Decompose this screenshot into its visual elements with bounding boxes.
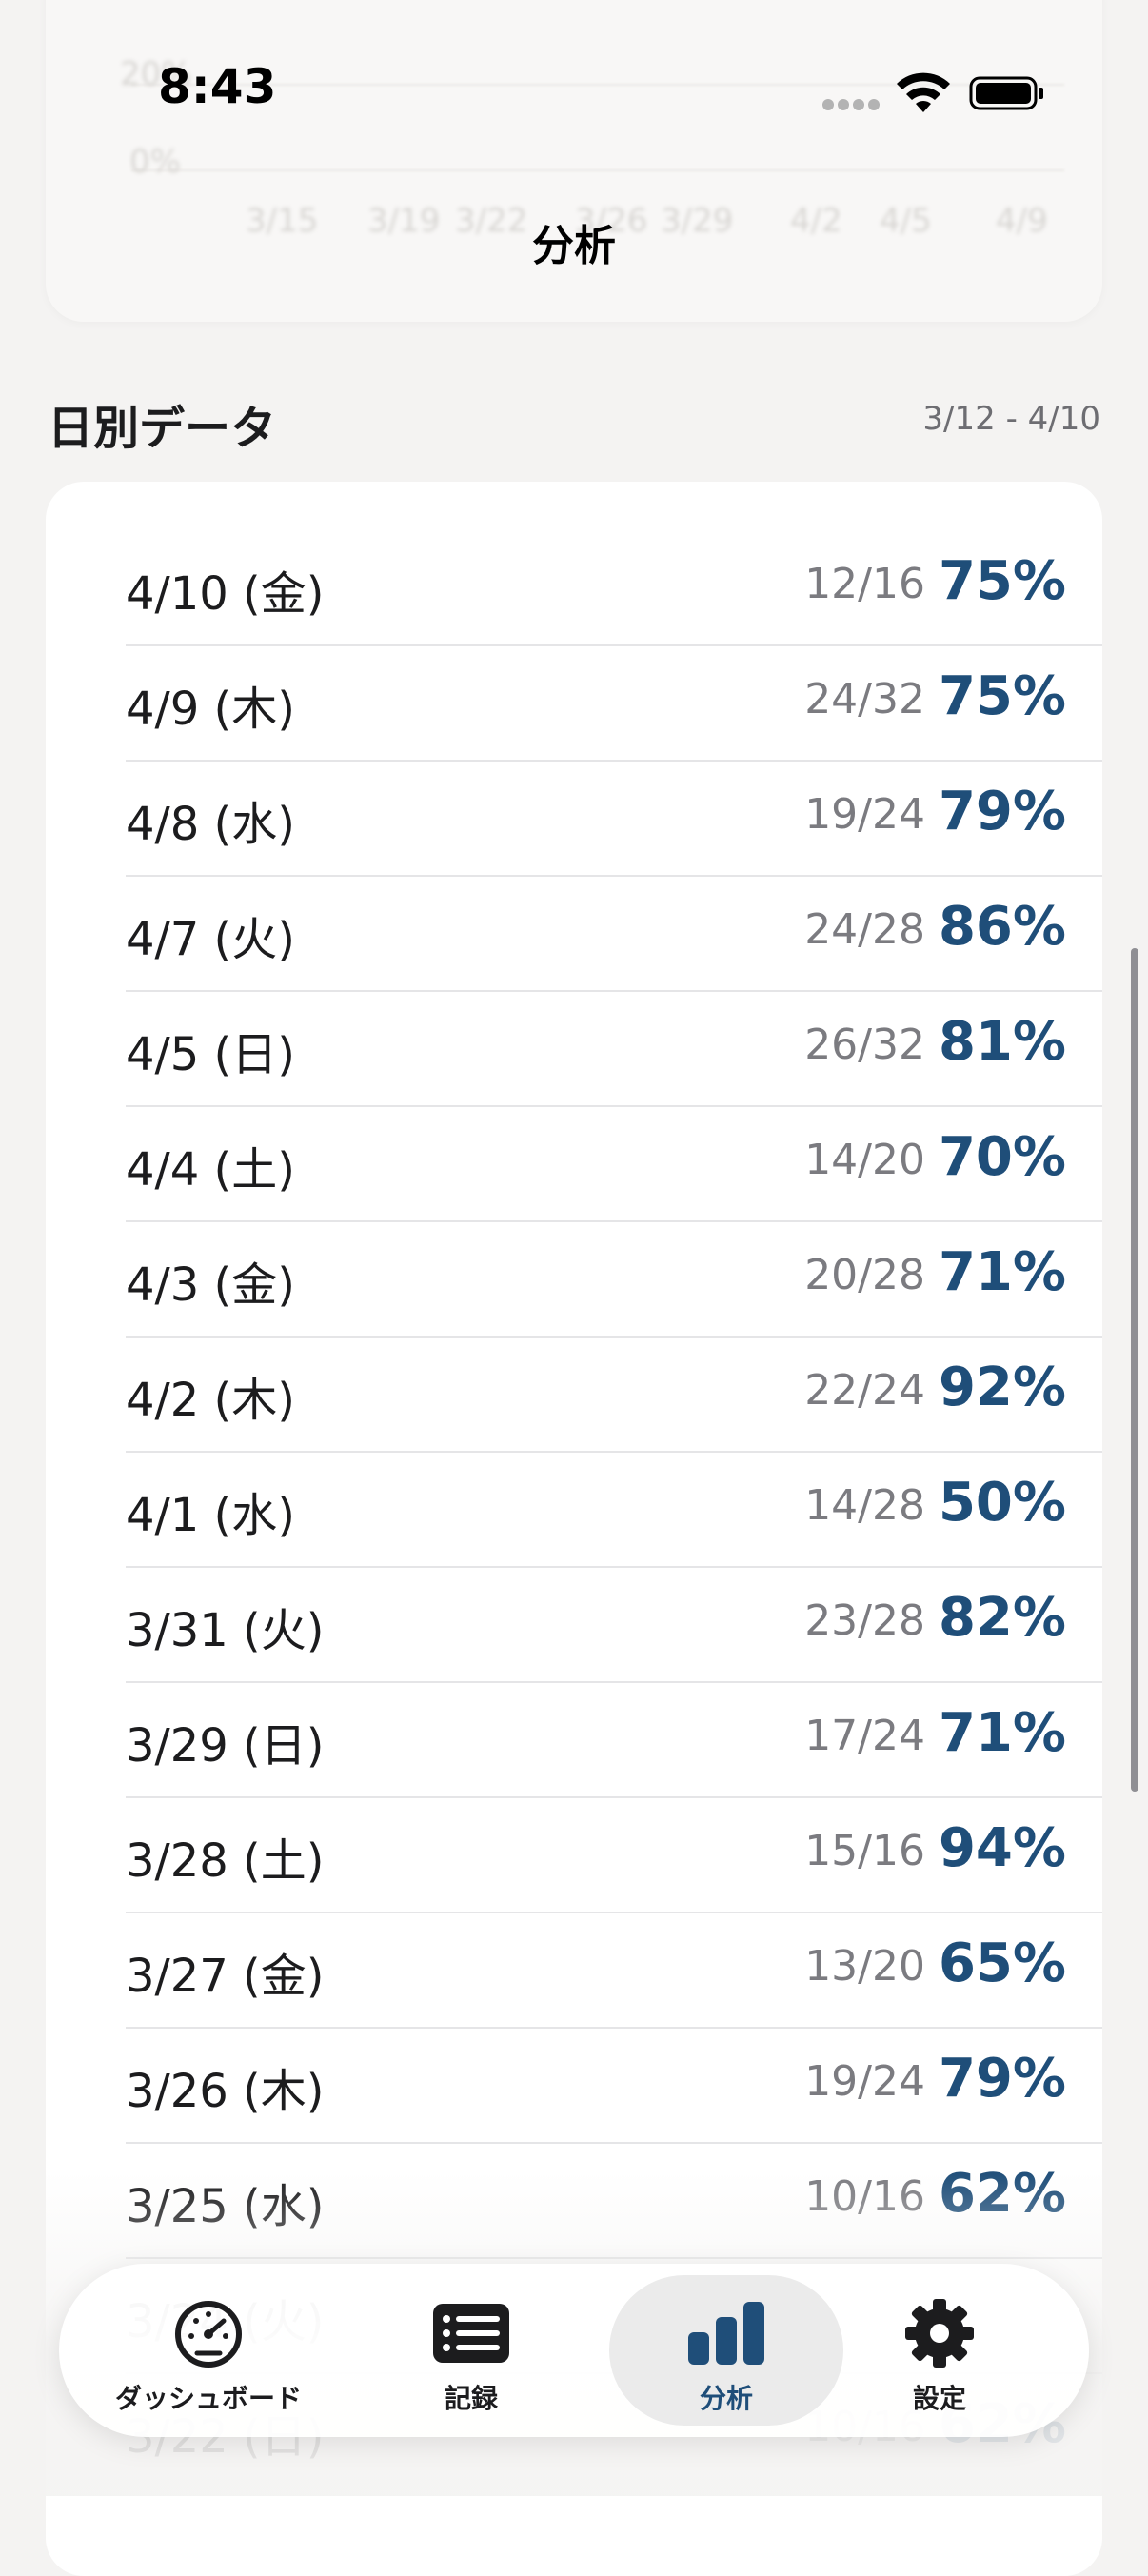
date-range: 3/12 - 4/10 <box>922 400 1100 438</box>
tab-records[interactable]: 記録 <box>354 2275 588 2426</box>
row-divider <box>126 875 1102 877</box>
list-item[interactable]: 3/26 (木) 19/24 79% <box>126 2027 1102 2142</box>
tab-label: 分析 <box>699 2383 753 2414</box>
row-percentage: 50% <box>938 1472 1066 1534</box>
row-percentage: 71% <box>938 1241 1066 1303</box>
row-date: 4/10 (金) <box>126 567 325 621</box>
section-title: 日別データ <box>48 402 277 455</box>
row-percentage: 71% <box>938 1702 1066 1764</box>
list-item[interactable]: 3/27 (金) 13/20 65% <box>126 1912 1102 2027</box>
cellular-signal-icon <box>822 99 880 112</box>
list-item[interactable]: 4/5 (日) 26/32 81% <box>126 990 1102 1105</box>
row-count: 15/16 <box>804 1827 925 1875</box>
tab-settings[interactable]: 設定 <box>822 2275 1057 2426</box>
row-count: 24/32 <box>804 675 925 723</box>
status-bar: 8:43 <box>0 0 1148 143</box>
row-divider <box>126 990 1102 992</box>
row-date: 4/7 (火) <box>126 913 295 966</box>
row-count: 20/28 <box>804 1251 925 1299</box>
row-count: 24/28 <box>804 905 925 954</box>
row-date: 4/2 (木) <box>126 1374 295 1427</box>
tab-label: ダッシュボード <box>114 2383 302 2414</box>
row-percentage: 75% <box>938 665 1066 727</box>
wifi-icon <box>897 72 950 112</box>
row-divider <box>126 1912 1102 1913</box>
row-percentage: 79% <box>938 2048 1066 2110</box>
row-count: 19/24 <box>804 790 925 839</box>
row-date: 4/5 (日) <box>126 1028 295 1081</box>
speedometer-icon <box>175 2301 242 2368</box>
list-item[interactable]: 4/2 (木) 22/24 92% <box>126 1336 1102 1451</box>
list-item[interactable]: 4/7 (火) 24/28 86% <box>126 875 1102 990</box>
row-count: 19/24 <box>804 2057 925 2106</box>
row-divider <box>126 644 1102 646</box>
tab-bar: ダッシュボード 記録 分析 設定 <box>59 2264 1089 2437</box>
status-time: 8:43 <box>158 59 277 114</box>
row-date: 3/28 (土) <box>126 1834 325 1888</box>
row-percentage: 81% <box>938 1011 1066 1073</box>
row-divider <box>126 2142 1102 2144</box>
row-divider <box>126 2027 1102 2029</box>
list-item[interactable]: 4/10 (金) 12/16 75% <box>126 529 1102 644</box>
row-percentage: 70% <box>938 1126 1066 1188</box>
row-date: 4/9 (木) <box>126 683 295 736</box>
row-divider <box>126 1220 1102 1222</box>
row-percentage: 65% <box>938 1932 1066 1994</box>
row-divider <box>126 1681 1102 1683</box>
list-item[interactable]: 4/9 (木) 24/32 75% <box>126 644 1102 760</box>
list-item[interactable]: 4/8 (水) 19/24 79% <box>126 760 1102 875</box>
row-count: 17/24 <box>804 1712 925 1760</box>
row-percentage: 86% <box>938 896 1066 958</box>
row-percentage: 79% <box>938 781 1066 842</box>
row-divider <box>126 1105 1102 1107</box>
list-item[interactable]: 3/31 (火) 23/28 82% <box>126 1566 1102 1681</box>
row-count: 14/28 <box>804 1481 925 1530</box>
chart-gridline <box>131 169 1064 171</box>
row-divider <box>126 1796 1102 1798</box>
scrollbar[interactable] <box>1131 948 1138 1792</box>
tab-label: 記録 <box>444 2383 498 2414</box>
tab-dashboard[interactable]: ダッシュボード <box>91 2275 326 2426</box>
list-item[interactable]: 3/28 (土) 15/16 94% <box>126 1796 1102 1912</box>
row-date: 3/27 (金) <box>126 1950 325 2003</box>
chart-y-label: 0% <box>129 143 181 181</box>
bar-chart-icon <box>688 2302 764 2365</box>
list-item[interactable]: 4/4 (土) 14/20 70% <box>126 1105 1102 1220</box>
row-divider <box>126 1451 1102 1453</box>
row-count: 23/28 <box>804 1596 925 1645</box>
row-date: 4/4 (土) <box>126 1143 295 1197</box>
row-percentage: 82% <box>938 1587 1066 1649</box>
row-divider <box>126 1566 1102 1568</box>
row-count: 14/20 <box>804 1136 925 1184</box>
row-count: 13/20 <box>804 1942 925 1991</box>
row-percentage: 94% <box>938 1817 1066 1879</box>
row-date: 4/3 (金) <box>126 1258 295 1312</box>
row-divider <box>126 1336 1102 1338</box>
gear-icon <box>905 2299 974 2368</box>
battery-icon <box>969 76 1043 110</box>
row-date: 4/8 (水) <box>126 798 295 851</box>
row-percentage: 92% <box>938 1357 1066 1418</box>
list-item[interactable]: 3/29 (日) 17/24 71% <box>126 1681 1102 1796</box>
row-count: 22/24 <box>804 1366 925 1415</box>
row-divider <box>126 760 1102 762</box>
row-count: 26/32 <box>804 1020 925 1069</box>
tab-label: 設定 <box>912 2383 966 2414</box>
page-title: 分析 <box>532 222 616 270</box>
tab-analysis[interactable]: 分析 <box>609 2275 843 2426</box>
list-item[interactable]: 4/1 (水) 14/28 50% <box>126 1451 1102 1566</box>
row-date: 3/31 (火) <box>126 1604 325 1657</box>
row-percentage: 75% <box>938 550 1066 612</box>
row-count: 12/16 <box>804 560 925 608</box>
row-date: 4/1 (水) <box>126 1489 295 1542</box>
row-date: 3/26 (木) <box>126 2065 325 2118</box>
list-item[interactable]: 4/3 (金) 20/28 71% <box>126 1220 1102 1336</box>
list-icon <box>433 2304 509 2363</box>
row-date: 3/29 (日) <box>126 1719 325 1773</box>
